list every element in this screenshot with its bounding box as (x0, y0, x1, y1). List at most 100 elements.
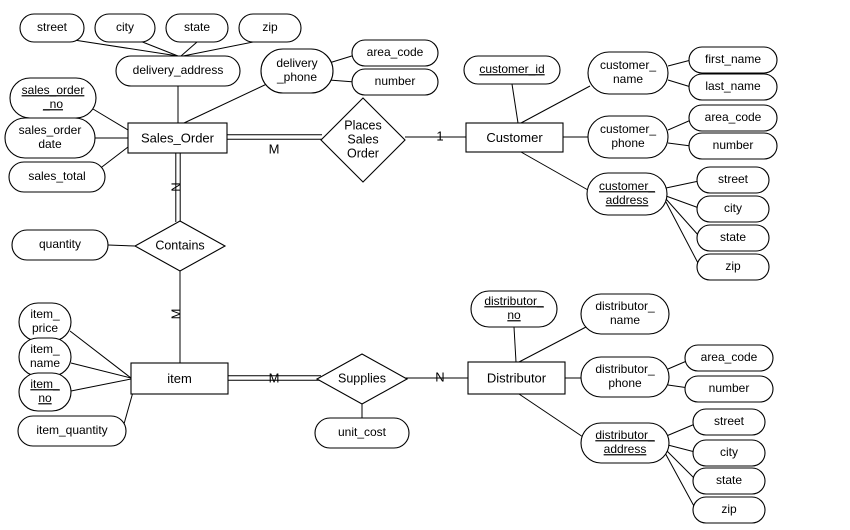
connector-e-city-da (139, 40, 179, 57)
attribute-delivery_phone[interactable]: delivery_phone (260, 48, 334, 94)
entity-customer[interactable]: Customer (465, 122, 564, 153)
attribute-item_name[interactable]: item_name (18, 337, 72, 377)
relationship-places_sales_order[interactable]: PlacesSalesOrder (320, 97, 406, 183)
connector-e-zip-da (182, 40, 259, 57)
shape-label-line: street (37, 20, 68, 34)
connector-e-dname-dist (518, 326, 587, 363)
shape-label-line: _no (42, 97, 63, 111)
attribute-dp_area_code[interactable]: area_code (351, 39, 439, 67)
connector-e-cp-area (667, 119, 692, 131)
shape-label-line: customer_ (600, 58, 656, 72)
entity-label: Sales_Order (141, 130, 215, 145)
attribute-customer_id[interactable]: customer_id (463, 55, 561, 85)
attribute-da_state[interactable]: state (692, 467, 766, 495)
attribute-dpn_area_code[interactable]: area_code (684, 344, 774, 372)
connector-e-cp-num (667, 142, 692, 147)
attribute-distributor_phone[interactable]: distributor_phone (580, 356, 670, 398)
shape-label-line: customer_ (600, 122, 656, 136)
shape-label-line: first_name (705, 52, 761, 66)
attribute-distributor_address[interactable]: distributor_address (580, 422, 670, 464)
connector-e-ino-item (70, 378, 132, 392)
shape-label-line: unit_cost (338, 425, 387, 439)
attribute-customer_name[interactable]: customer_name (587, 51, 669, 95)
attribute-customer_phone[interactable]: customer_phone (587, 115, 669, 159)
attribute-cp_area_code[interactable]: area_code (688, 104, 778, 132)
attribute-ca_street[interactable]: street (696, 166, 770, 194)
shape-label-line: sales_order (22, 83, 85, 97)
connector-e-st-so (97, 146, 129, 171)
attribute-state_do[interactable]: state (165, 13, 229, 43)
shape-label-line: address (604, 442, 647, 456)
shape-label-line: state (184, 20, 210, 34)
connector-e-iprice-item (69, 330, 132, 379)
shape-label-line: phone (608, 376, 642, 390)
shape-label-line: Sales (347, 132, 378, 146)
cardinality-card-n-supplies: N (435, 369, 444, 384)
attribute-delivery_address[interactable]: delivery_address (115, 55, 241, 87)
connector-e-dno-dist (513, 326, 517, 363)
shape-label-line: distributor_ (595, 299, 655, 313)
attribute-zip_do[interactable]: zip (238, 13, 302, 43)
attribute-sales_order_no[interactable]: sales_order_no (9, 77, 97, 119)
attribute-dp_number[interactable]: number (351, 68, 439, 96)
attribute-ca_city[interactable]: city (696, 195, 770, 223)
cardinality-card-1-customer: 1 (436, 128, 443, 143)
shape-label-line: number (713, 138, 754, 152)
entity-label: Distributor (487, 370, 547, 385)
connector-e-cn-last (667, 79, 692, 88)
shape-label-line: zip (725, 259, 741, 273)
attribute-distributor_name[interactable]: distributor_name (580, 293, 670, 335)
shape-label-line: number (375, 74, 416, 88)
attribute-cp_number[interactable]: number (688, 132, 778, 160)
entity-distributor[interactable]: Distributor (467, 361, 566, 395)
cardinality-card-m-supplies: M (269, 370, 280, 385)
shape-label-line: item_ (30, 377, 60, 391)
attribute-da_street[interactable]: street (692, 408, 766, 436)
connector-e-ca-state (665, 198, 700, 237)
attribute-unit_cost[interactable]: unit_cost (314, 417, 410, 449)
shape-label-line: sales_total (28, 169, 85, 183)
shape-label-line: address (606, 193, 649, 207)
shape-label-line: Order (347, 146, 379, 160)
shape-label-line: item_quantity (36, 423, 107, 437)
shape-label-line: quantity (39, 237, 81, 251)
cardinality-card-m-contains: M (168, 309, 183, 320)
attribute-customer_address[interactable]: customer_address (586, 172, 668, 216)
shape-label-line: state (716, 473, 742, 487)
attribute-street_do[interactable]: street (19, 13, 85, 43)
attribute-ca_state[interactable]: state (696, 224, 770, 252)
relationship-contains[interactable]: Contains (133, 220, 227, 272)
connector-e-so-places (227, 134, 322, 140)
entity-sales_order[interactable]: Sales_Order (127, 122, 228, 154)
connector-e-da-state (663, 447, 696, 480)
shape-label-line: city (720, 445, 738, 459)
attribute-item_no[interactable]: item_no (18, 372, 72, 412)
attribute-item_quantity[interactable]: item_quantity (17, 415, 127, 447)
shape-label-line: no (507, 308, 521, 322)
shape-label-line: distributor_ (595, 362, 655, 376)
shape-label-line: street (714, 414, 745, 428)
attribute-da_city[interactable]: city (692, 439, 766, 467)
attribute-city_do[interactable]: city (94, 13, 156, 43)
relationship-supplies[interactable]: Supplies (315, 353, 409, 405)
attribute-cn_last_name[interactable]: last_name (688, 73, 778, 101)
shape-label-line: Places (344, 118, 382, 132)
attribute-cn_first_name[interactable]: first_name (688, 46, 778, 74)
attribute-distributor_no[interactable]: distributor_no (470, 290, 558, 328)
entity-item[interactable]: item (130, 362, 229, 395)
attribute-item_price[interactable]: item_price (18, 302, 72, 342)
attribute-ca_zip[interactable]: zip (696, 253, 770, 281)
shape-layer: Sales_Order Customer item Distributor Places… (4, 13, 778, 524)
shape-label-line: name (613, 72, 643, 86)
connector-e-son-so (92, 108, 129, 131)
attribute-da_zip[interactable]: zip (692, 496, 766, 524)
connector-e-qty-contains (107, 244, 136, 247)
attribute-sales_order_date[interactable]: sales_orderdate (4, 117, 96, 159)
shape-label-line: name (610, 313, 640, 327)
shape-label-line: name (30, 356, 60, 370)
attribute-quantity[interactable]: quantity (11, 229, 109, 261)
connector-e-ca-zip (665, 201, 700, 266)
attribute-dpn_number[interactable]: number (684, 375, 774, 403)
attribute-sales_total[interactable]: sales_total (8, 161, 106, 193)
shape-label-line: sales_order (19, 123, 82, 137)
